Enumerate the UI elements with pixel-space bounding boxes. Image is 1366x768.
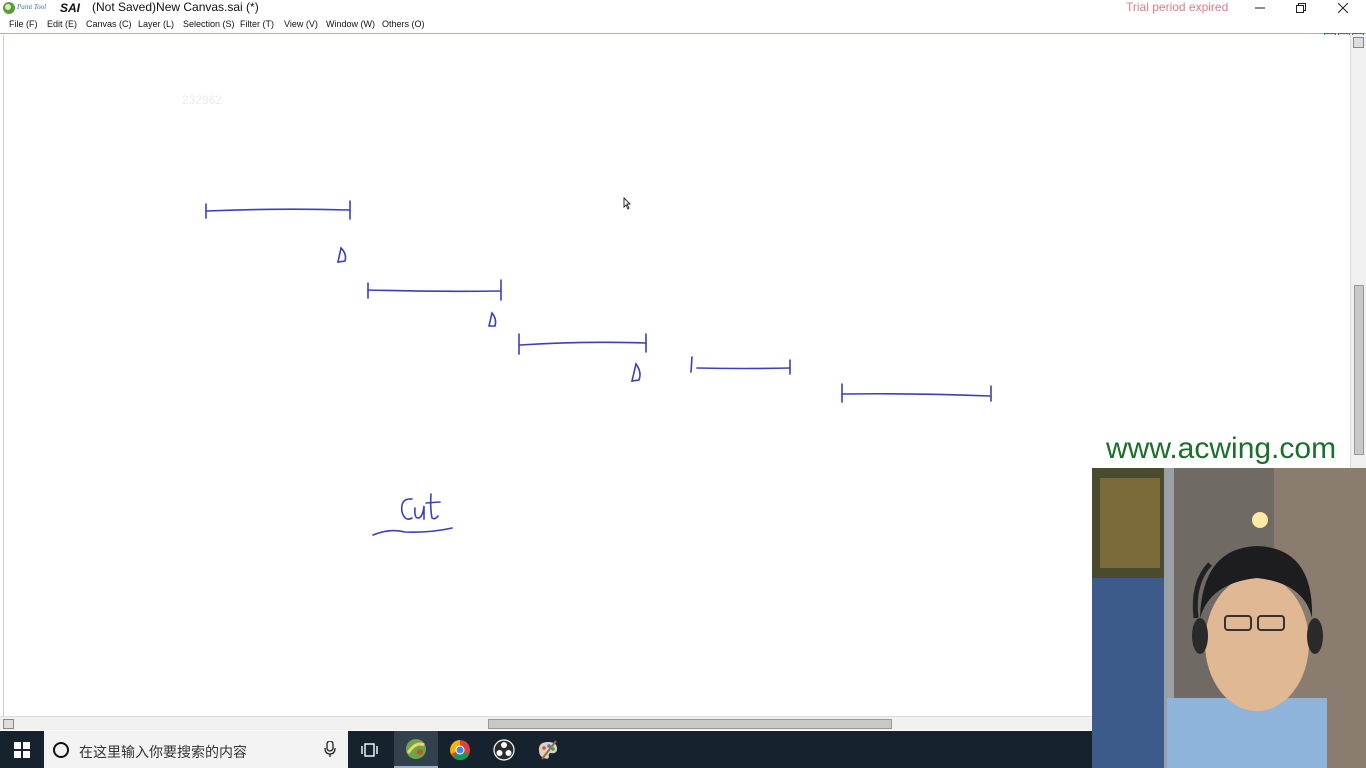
cortana-icon: [53, 742, 69, 758]
webcam-video-frame: [1092, 468, 1366, 768]
taskbar: 在这里输入你要搜索的内容: [0, 731, 1092, 768]
paint-tool-sai-icon: [406, 738, 426, 759]
interval-segment-2: [367, 279, 502, 301]
delta-mark-2: [487, 311, 497, 327]
taskbar-chrome[interactable]: [438, 731, 482, 768]
delta-mark-3: [630, 362, 641, 382]
delta-mark-1: [336, 246, 347, 263]
scroll-left-button[interactable]: [3, 719, 14, 729]
interval-segment-5: [841, 383, 992, 403]
microphone-icon[interactable]: [324, 741, 336, 758]
chrome-icon: [450, 739, 470, 760]
vertical-scroll-thumb[interactable]: [1354, 285, 1364, 455]
scroll-up-button[interactable]: [1353, 37, 1364, 48]
horizontal-scrollbar[interactable]: [0, 716, 1092, 730]
obs-icon: [493, 738, 515, 761]
mouse-cursor-icon: [623, 197, 631, 210]
search-placeholder: 在这里输入你要搜索的内容: [79, 745, 247, 761]
interval-segment-4: [690, 356, 791, 375]
interval-segment-3: [518, 333, 647, 355]
handwritten-ink: [205, 200, 992, 536]
task-view-button[interactable]: [348, 731, 392, 768]
taskbar-search-box[interactable]: 在这里输入你要搜索的内容: [44, 731, 348, 768]
taskbar-obs[interactable]: [482, 731, 526, 768]
windows-start-icon: [14, 741, 30, 758]
interval-segment-1: [205, 200, 351, 220]
webcam-overlay: [1092, 468, 1366, 768]
paint-palette-icon: [538, 739, 558, 760]
handwritten-cut-word: [372, 493, 453, 536]
start-button[interactable]: [0, 731, 44, 768]
acwing-watermark: www.acwing.com: [1106, 432, 1337, 465]
task-view-icon: [361, 742, 378, 757]
horizontal-scroll-thumb[interactable]: [488, 719, 892, 729]
taskbar-paint-tool-sai[interactable]: [394, 731, 438, 768]
taskbar-paint-app[interactable]: [526, 731, 570, 768]
